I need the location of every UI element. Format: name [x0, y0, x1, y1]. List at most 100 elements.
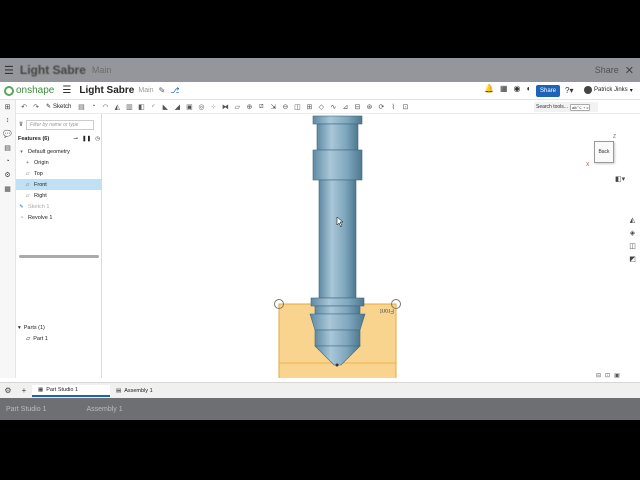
measure-icon[interactable]: ⊿: [341, 103, 349, 111]
more-tools-icon[interactable]: ⊡: [401, 103, 409, 111]
list-item[interactable]: ✎ Sketch 1: [16, 201, 102, 212]
sheet-metal-icon[interactable]: ◫: [293, 103, 301, 111]
assembly-icon: ▤: [116, 387, 122, 394]
tab-manager-icon[interactable]: ⚙: [0, 386, 16, 395]
top-right-icons: 🔔 ▦ ◉ ◐: [484, 84, 531, 93]
view-options-icon[interactable]: ⊡: [605, 372, 610, 379]
transform-icon[interactable]: ⇲: [269, 103, 277, 111]
list-item[interactable]: ▾ Default geometry: [16, 146, 102, 157]
helix-icon[interactable]: ⌇: [389, 103, 397, 111]
draft-icon[interactable]: ◢: [173, 103, 181, 111]
delete-part-icon[interactable]: ⊖: [281, 103, 289, 111]
search-tools[interactable]: Search tools... alt/⌥ + c: [534, 102, 598, 112]
list-item[interactable]: ▱ Front: [16, 179, 102, 190]
chevron-down-icon: ▾: [629, 87, 633, 94]
list-item[interactable]: ▱ Right: [16, 190, 102, 201]
section-icon[interactable]: ⊟: [353, 103, 361, 111]
extrude-icon[interactable]: ▤: [77, 103, 85, 111]
chamfer-icon[interactable]: ◣: [161, 103, 169, 111]
notifications-icon[interactable]: 🔔: [484, 84, 494, 93]
parts-header[interactable]: ▾ Parts (1): [18, 325, 45, 331]
app-store-icon[interactable]: ▦: [500, 84, 508, 93]
graphics-icon[interactable]: ▦: [4, 185, 11, 193]
revolve-icon[interactable]: ◔: [89, 103, 97, 111]
appearance-icon[interactable]: ▤: [4, 144, 11, 152]
shell-icon[interactable]: ▣: [185, 103, 193, 111]
list-item[interactable]: + Origin: [16, 157, 102, 168]
tab-assembly-1[interactable]: ▤ Assembly 1: [110, 385, 188, 397]
wrap-icon[interactable]: ⟳: [377, 103, 385, 111]
mass-properties-icon[interactable]: ◈: [630, 229, 635, 237]
help-icon[interactable]: ?▾: [565, 86, 573, 95]
feature-list-icon[interactable]: ⊞: [5, 103, 11, 111]
zoom-fit-icon[interactable]: ⊟: [596, 372, 601, 379]
search-tools-input[interactable]: Search tools...: [536, 104, 568, 110]
edit-icon[interactable]: ✎: [159, 86, 166, 95]
clock-icon[interactable]: ◷: [95, 136, 100, 142]
rollback-icon[interactable]: ⊸: [73, 136, 78, 142]
filter-icon[interactable]: ⊽: [19, 122, 23, 128]
redo-icon[interactable]: ↷: [32, 103, 40, 111]
part-item[interactable]: ▱ Part 1: [26, 336, 48, 342]
loft-icon[interactable]: ◭: [113, 103, 121, 111]
thicken-icon[interactable]: ▥: [125, 103, 133, 111]
sweep-icon[interactable]: ◠: [101, 103, 109, 111]
frame-icon[interactable]: ⊞: [305, 103, 313, 111]
plane-label: Front: [380, 307, 394, 313]
search-shortcut: alt/⌥ + c: [569, 103, 591, 111]
background-close-icon: ✕: [624, 64, 634, 77]
variables-icon[interactable]: ↕: [6, 117, 10, 124]
user-menu[interactable]: Patrick Jinks ▾: [584, 86, 633, 94]
tab-part-studio-1[interactable]: ▦ Part Studio 1: [32, 384, 110, 397]
variable-icon[interactable]: ⊛: [365, 103, 373, 111]
list-item-label: Revolve 1: [28, 214, 53, 221]
document-menu-icon[interactable]: ☰: [62, 85, 71, 96]
part-body[interactable]: [309, 115, 366, 366]
fillet-icon[interactable]: ◜: [149, 103, 157, 111]
rollback-bar[interactable]: [19, 255, 99, 258]
list-item[interactable]: ◔ Revolve 1: [16, 212, 102, 223]
surface-icon[interactable]: ◇: [317, 103, 325, 111]
learning-icon[interactable]: ◉: [514, 84, 521, 93]
configurations-icon[interactable]: ⚙: [4, 171, 10, 179]
boolean-icon[interactable]: ◧: [137, 103, 145, 111]
avatar: [584, 86, 592, 94]
theme-icon[interactable]: ◐: [527, 84, 532, 93]
document-title[interactable]: Light Sabre: [79, 85, 134, 96]
mate-connector-icon[interactable]: ⊕: [245, 103, 253, 111]
background-tab: Part Studio 1: [6, 405, 47, 413]
sketch-button[interactable]: ✎ Sketch: [44, 103, 73, 111]
split-icon[interactable]: ⧄: [257, 103, 265, 111]
feature-controls: ⊸ ❚❚ ◷: [73, 136, 100, 142]
explode-icon[interactable]: ◩: [629, 255, 636, 263]
onshape-logo[interactable]: onshape: [4, 85, 54, 96]
pattern-icon[interactable]: ⁘: [209, 103, 217, 111]
comments-icon[interactable]: 💬: [3, 130, 12, 138]
mirror-icon[interactable]: ⧓: [221, 103, 229, 111]
display-icon[interactable]: ▣: [614, 372, 620, 379]
version-icon[interactable]: ⎇: [170, 86, 179, 95]
hole-icon[interactable]: ◎: [197, 103, 205, 111]
filter-input[interactable]: Filter by name or type: [26, 120, 95, 130]
share-button[interactable]: Share: [536, 85, 560, 97]
filter-row: ⊽ Filter by name or type: [19, 120, 99, 130]
list-item-label: Top: [34, 170, 43, 177]
plane-tool-icon[interactable]: ▱: [233, 103, 241, 111]
appearance-panel-icon[interactable]: ◭: [630, 216, 635, 224]
feature-panel: ⊽ Filter by name or type Features (6) ⊸ …: [16, 114, 102, 378]
view-cube[interactable]: Z Back X: [586, 134, 616, 174]
pencil-icon: ✎: [46, 104, 52, 110]
view-cube-face[interactable]: Back: [594, 141, 614, 163]
curve-icon[interactable]: ∿: [329, 103, 337, 111]
history-icon[interactable]: ◔: [5, 158, 9, 165]
add-tab-icon[interactable]: +: [16, 386, 32, 395]
model-canvas[interactable]: Front: [103, 114, 624, 385]
pause-icon[interactable]: ❚❚: [82, 136, 91, 142]
logo-text: onshape: [16, 85, 55, 96]
section-view-icon[interactable]: ◫: [629, 242, 636, 250]
list-item[interactable]: ▱ Top: [16, 168, 102, 179]
render-mode-icon[interactable]: ◧▾: [615, 175, 625, 183]
chevron-down-icon: ▾: [18, 325, 21, 331]
undo-icon[interactable]: ↶: [20, 103, 28, 111]
graphics-viewport[interactable]: Front: [103, 114, 624, 385]
